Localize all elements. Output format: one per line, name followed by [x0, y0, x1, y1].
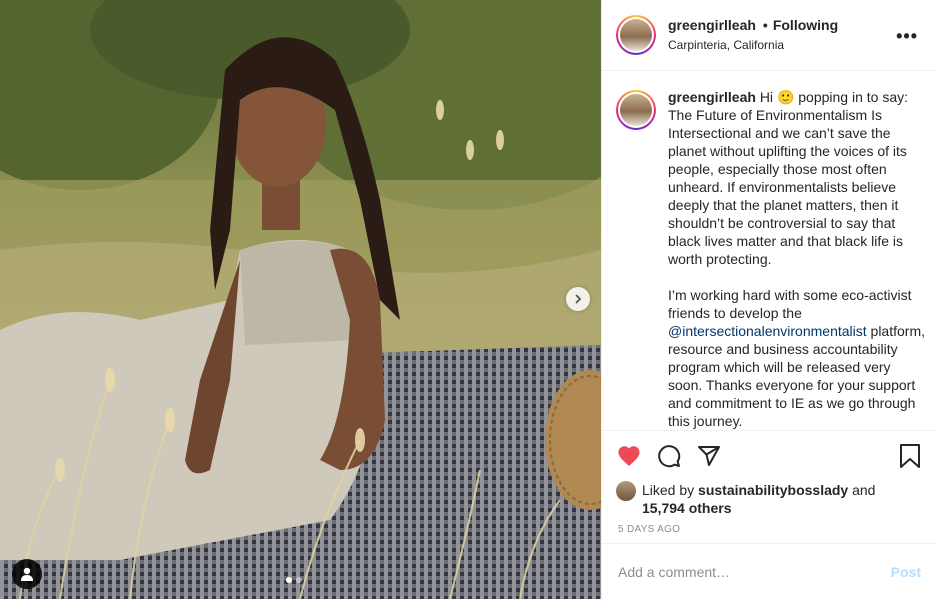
- post-comment-button[interactable]: Post: [891, 564, 921, 580]
- liked-prefix: Liked by: [642, 482, 695, 498]
- comment-icon: [658, 445, 681, 468]
- mention-link[interactable]: @intersectionalenvironmentalist: [668, 323, 867, 339]
- comment-box: Post: [602, 543, 936, 599]
- separator-dot: •: [762, 17, 768, 33]
- heart-filled-icon: [618, 446, 640, 466]
- user-tag-icon: [21, 567, 33, 581]
- avatar-image: [620, 94, 652, 126]
- liker-username[interactable]: sustainabilitybosslady: [698, 482, 848, 498]
- bookmark-icon: [900, 444, 920, 468]
- liker-avatar[interactable]: [616, 481, 636, 501]
- carousel-dot-active: [286, 577, 292, 583]
- chevron-right-icon: [575, 294, 582, 304]
- post-actions: Liked by sustainabilitybosslady and 15,7…: [602, 430, 936, 543]
- caption-text: greengirlleah Hi 🙂 popping in to say: Th…: [668, 88, 925, 430]
- caption-username[interactable]: greengirlleah: [668, 89, 756, 105]
- post-photo[interactable]: [0, 0, 601, 599]
- share-button[interactable]: [696, 443, 722, 469]
- post-timestamp[interactable]: 5 DAYS AGO: [616, 524, 923, 535]
- caption-intro: Hi: [759, 89, 774, 105]
- caption-paragraph-1: popping in to say: The Future of Environ…: [668, 89, 909, 267]
- caption-paragraph-2-start: I’m working hard with some eco-activist …: [668, 287, 912, 321]
- carousel-indicator: [286, 577, 302, 583]
- avatar-image: [620, 19, 652, 51]
- caption-avatar[interactable]: [616, 90, 656, 130]
- carousel-dot: [296, 577, 302, 583]
- following-button[interactable]: Following: [773, 16, 838, 34]
- more-options-icon[interactable]: •••: [896, 26, 918, 47]
- next-photo-button[interactable]: [566, 287, 590, 311]
- comment-button[interactable]: [656, 443, 682, 469]
- avatar[interactable]: [616, 15, 656, 55]
- liked-and: and: [852, 482, 876, 498]
- like-button[interactable]: [616, 443, 642, 469]
- user-tag-button[interactable]: [12, 559, 42, 589]
- photo-scene: [0, 0, 601, 599]
- liked-by: Liked by sustainabilitybosslady and 15,7…: [616, 481, 923, 517]
- post-sidebar: greengirlleah • Following Carpinteria, C…: [601, 0, 936, 599]
- username-link[interactable]: greengirlleah: [668, 16, 756, 34]
- share-icon: [698, 446, 720, 466]
- post-header: greengirlleah • Following Carpinteria, C…: [602, 0, 936, 71]
- comment-input[interactable]: [618, 563, 883, 580]
- caption-section: greengirlleah Hi 🙂 popping in to say: Th…: [602, 72, 936, 430]
- likes-count[interactable]: 15,794 others: [642, 500, 732, 516]
- location-link[interactable]: Carpinteria, California: [668, 36, 838, 54]
- smile-emoji-icon: 🙂: [776, 89, 795, 105]
- save-button[interactable]: [897, 443, 923, 469]
